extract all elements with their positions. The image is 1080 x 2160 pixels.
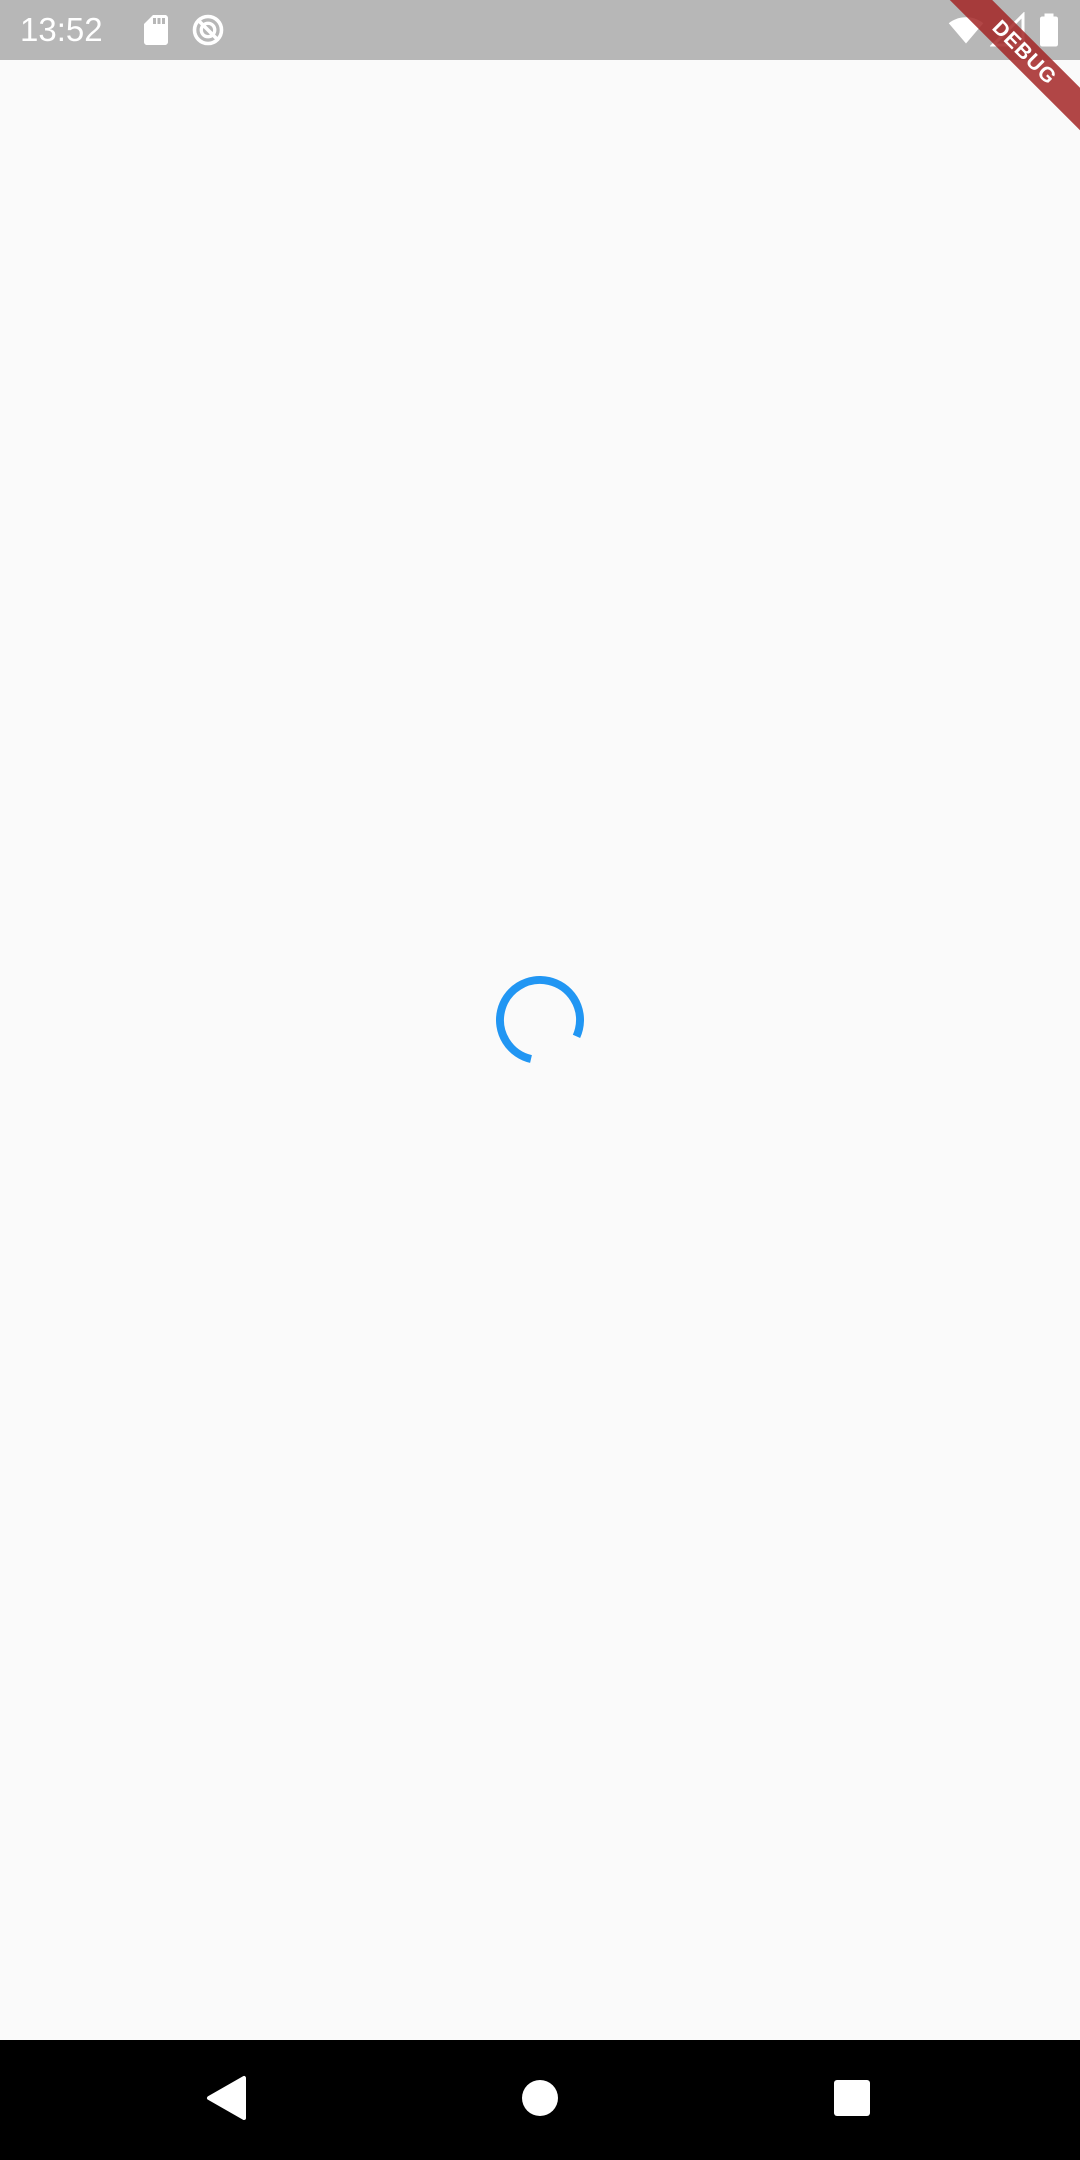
loading-spinner xyxy=(496,976,584,1064)
recents-icon xyxy=(832,2078,872,2123)
back-icon xyxy=(204,2075,248,2126)
status-time: 13:52 xyxy=(20,11,103,48)
app-screen: 13:52 DEBUG xyxy=(0,0,1080,2160)
battery-icon xyxy=(1036,12,1062,48)
wifi-icon xyxy=(948,12,984,48)
navigation-bar xyxy=(0,2040,1080,2160)
status-bar: 13:52 xyxy=(0,0,1080,60)
back-button[interactable] xyxy=(196,2070,256,2130)
home-button[interactable] xyxy=(510,2070,570,2130)
do-not-disturb-icon xyxy=(190,12,226,48)
home-icon xyxy=(520,2078,560,2123)
signal-icon xyxy=(989,11,1026,48)
recents-button[interactable] xyxy=(822,2070,882,2130)
sd-card-icon xyxy=(138,12,174,48)
